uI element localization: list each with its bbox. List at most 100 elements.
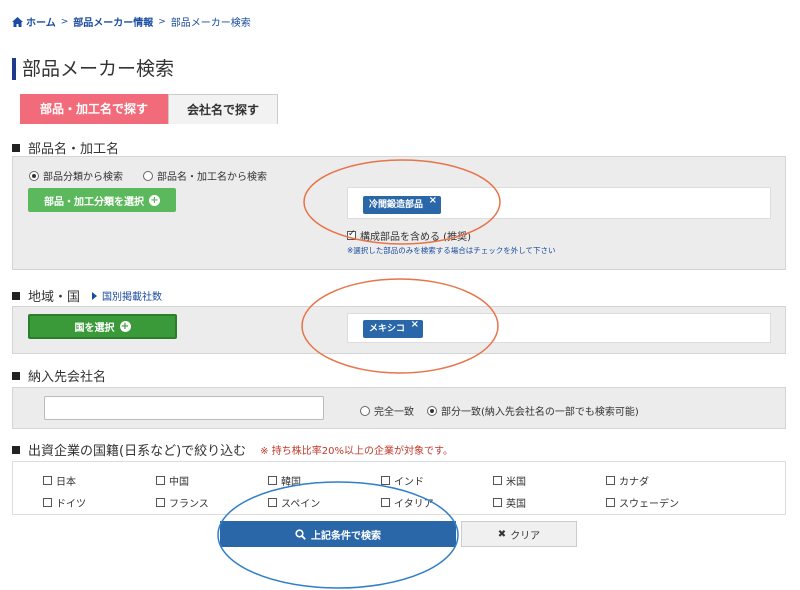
include-components-option[interactable]: 構成部品を含める (推奨) [347, 228, 471, 243]
radio-category[interactable] [29, 170, 39, 181]
breadcrumb: ホーム > 部品メーカー情報 > 部品メーカー検索 [12, 14, 251, 29]
country-option-japan[interactable]: 日本 [43, 473, 76, 488]
plus-circle-icon: + [119, 321, 131, 332]
customer-heading-text: 納入先会社名 [28, 370, 107, 385]
region-panel: 国を選択 + メキシコ × [12, 306, 786, 354]
selected-parts-tag-label: 冷間鍛造部品 [369, 200, 424, 210]
region-section-heading: 地域・国 国別掲載社数 [12, 286, 162, 305]
radio-name-label: 部品名・加工名から検索 [157, 172, 267, 183]
country-option-spain[interactable]: スペイン [268, 495, 320, 510]
section-bullet [12, 371, 20, 380]
parts-section-heading: 部品名・加工名 [12, 138, 119, 157]
country-checkbox[interactable] [606, 476, 615, 485]
country-label: ドイツ [56, 499, 86, 510]
customer-section-heading: 納入先会社名 [12, 366, 106, 385]
radio-category-label: 部品分類から検索 [43, 172, 123, 183]
caret-right-icon [92, 291, 98, 300]
radio-partial-option[interactable]: 部分一致(納入先会社名の一部でも検索可能) [427, 403, 639, 418]
country-checkbox[interactable] [156, 498, 165, 507]
radio-exact[interactable] [360, 405, 370, 416]
home-icon [12, 16, 23, 27]
select-parts-category-button[interactable]: 部品・加工分類を選択 + [28, 188, 176, 212]
breadcrumb-current: 部品メーカー検索 [170, 18, 251, 29]
search-icon [295, 528, 306, 540]
country-option-germany[interactable]: ドイツ [43, 495, 86, 510]
country-count-link[interactable]: 国別掲載社数 [92, 288, 162, 303]
radio-name-option[interactable]: 部品名・加工名から検索 [143, 168, 267, 183]
selected-country-tag[interactable]: メキシコ × [363, 319, 424, 338]
selected-parts-tag[interactable]: 冷間鍛造部品 × [363, 195, 442, 214]
country-option-china[interactable]: 中国 [156, 473, 189, 488]
search-button[interactable]: 上記条件で検索 [220, 521, 456, 547]
country-checkbox[interactable] [381, 476, 390, 485]
region-heading-text: 地域・国 [28, 290, 81, 305]
section-bullet [12, 291, 20, 300]
country-checkbox[interactable] [43, 476, 52, 485]
radio-exact-option[interactable]: 完全一致 [360, 403, 414, 418]
country-label: 英国 [506, 499, 526, 510]
country-checkbox[interactable] [156, 476, 165, 485]
capital-panel: 日本 中国 韓国 インド 米国 カナダ ドイツ フランス スペイン イタリア 英… [12, 461, 786, 515]
customer-name-input[interactable] [44, 396, 324, 420]
country-label: カナダ [619, 477, 649, 488]
select-parts-category-label: 部品・加工分類を選択 [44, 196, 144, 208]
tab-company-name[interactable]: 会社名で探す [168, 94, 278, 124]
select-country-label: 国を選択 [74, 323, 115, 334]
country-checkbox[interactable] [493, 498, 502, 507]
clear-button-label: クリア [510, 530, 541, 542]
radio-partial[interactable] [427, 405, 437, 416]
country-option-korea[interactable]: 韓国 [268, 473, 301, 488]
breadcrumb-separator: > [60, 16, 69, 27]
include-components-label: 構成部品を含める (推奨) [360, 232, 471, 243]
selected-parts-box: 冷間鍛造部品 × [347, 187, 771, 219]
selected-country-box: メキシコ × [347, 313, 771, 343]
tab-parts-process[interactable]: 部品・加工名で探す [20, 94, 168, 124]
country-option-uk[interactable]: 英国 [493, 495, 526, 510]
country-option-india[interactable]: インド [381, 473, 424, 488]
remove-tag-icon[interactable]: × [411, 316, 419, 334]
page-title: 部品メーカー検索 [12, 58, 174, 80]
country-option-usa[interactable]: 米国 [493, 473, 526, 488]
country-option-france[interactable]: フランス [156, 495, 209, 510]
plus-circle-icon: + [149, 194, 160, 206]
country-option-italy[interactable]: イタリア [381, 495, 434, 510]
country-option-sweden[interactable]: スウェーデン [606, 495, 679, 510]
country-label: インド [394, 477, 424, 488]
close-icon: ✖ [497, 528, 507, 540]
country-checkbox[interactable] [606, 498, 615, 507]
section-bullet [12, 143, 20, 152]
country-label: スウェーデン [619, 499, 679, 510]
country-checkbox[interactable] [268, 498, 277, 507]
radio-partial-label: 部分一致(納入先会社名の一部でも検索可能) [441, 407, 639, 418]
search-tabs: 部品・加工名で探す 会社名で探す [20, 94, 278, 124]
country-option-canada[interactable]: カナダ [606, 473, 649, 488]
country-label: 日本 [56, 477, 76, 488]
capital-note: ※ 持ち株比率20%以上の企業が対象です。 [260, 446, 453, 457]
capital-heading-text: 出資企業の国籍(日系など)で絞り込む [28, 444, 247, 459]
include-components-checkbox[interactable] [347, 229, 356, 240]
country-checkbox[interactable] [493, 476, 502, 485]
country-count-link-label: 国別掲載社数 [102, 292, 163, 303]
section-bullet [12, 445, 20, 454]
breadcrumb-parent-link[interactable]: 部品メーカー情報 [73, 14, 153, 29]
breadcrumb-home-link[interactable]: ホーム [26, 14, 56, 29]
select-country-button[interactable]: 国を選択 + [28, 314, 177, 339]
selected-country-tag-label: メキシコ [369, 324, 406, 334]
country-checkbox[interactable] [43, 498, 52, 507]
country-label: 韓国 [281, 477, 301, 488]
country-label: 米国 [506, 477, 526, 488]
clear-button[interactable]: ✖ クリア [461, 521, 577, 547]
country-label: イタリア [394, 499, 434, 510]
search-button-label: 上記条件で検索 [311, 530, 381, 542]
include-components-note: ※選択した部品のみを検索する場合はチェックを外して下さい [347, 246, 556, 255]
radio-name[interactable] [143, 170, 153, 181]
country-checkbox[interactable] [381, 498, 390, 507]
parts-panel: 部品分類から検索 部品名・加工名から検索 部品・加工分類を選択 + 冷間鍛造部品… [12, 156, 786, 270]
capital-section-heading: 出資企業の国籍(日系など)で絞り込む ※ 持ち株比率20%以上の企業が対象です。 [12, 440, 453, 459]
breadcrumb-separator: > [158, 16, 166, 27]
customer-panel: 完全一致 部分一致(納入先会社名の一部でも検索可能) [12, 387, 786, 429]
radio-category-option[interactable]: 部品分類から検索 [29, 168, 123, 183]
remove-tag-icon[interactable]: × [429, 192, 437, 210]
country-checkbox[interactable] [268, 476, 277, 485]
country-label: スペイン [281, 499, 321, 510]
